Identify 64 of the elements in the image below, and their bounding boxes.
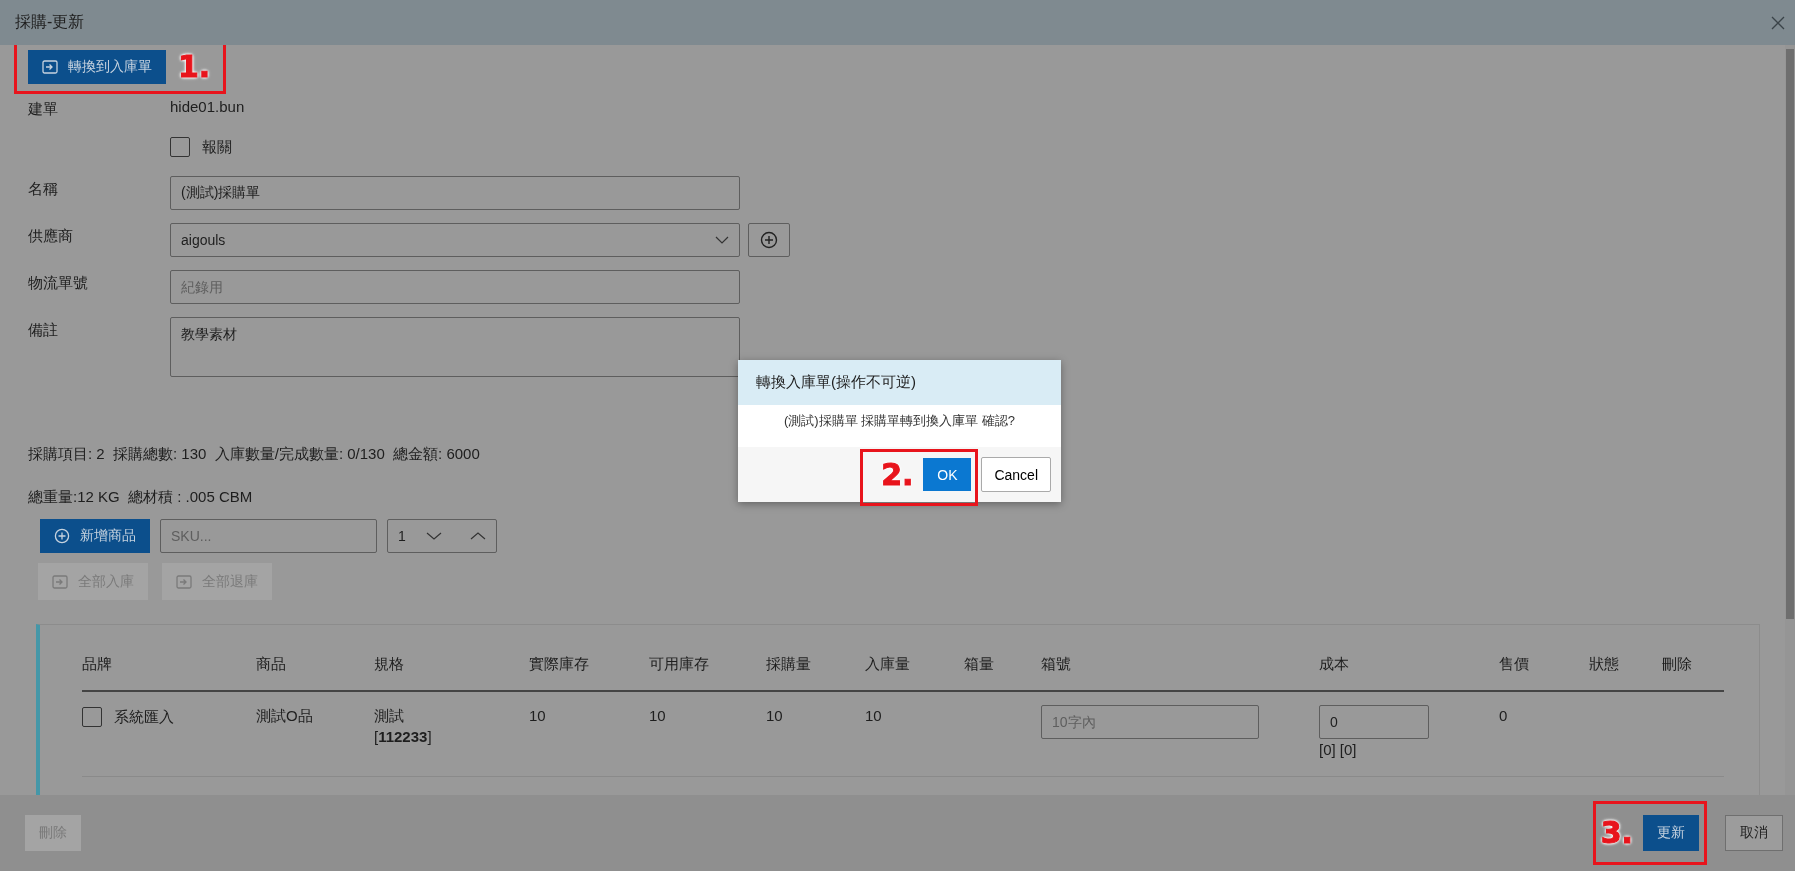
column-header: 刪除 [1662, 655, 1693, 674]
update-button[interactable]: 更新 [1643, 815, 1699, 851]
cost-note: [0] [0] [1319, 741, 1358, 758]
window-title: 採購-更新 [15, 12, 85, 32]
notes-field[interactable]: 教學素材 [170, 317, 740, 377]
checkbox[interactable] [170, 137, 190, 157]
field-label: 建單 [28, 99, 59, 119]
table-cell-text: 測試O品 [256, 707, 314, 726]
column-header: 售價 [1499, 655, 1530, 674]
ok-button[interactable]: OK [923, 458, 972, 491]
column-header: 採購量 [766, 655, 812, 674]
sku-code: [112233] [374, 728, 433, 745]
enter-icon [52, 574, 68, 589]
table-cell-text: 10 [529, 707, 547, 724]
column-header: 箱號 [1041, 655, 1072, 674]
field-label: 名稱 [28, 179, 59, 199]
cancel-button[interactable]: Cancel [981, 457, 1051, 492]
enter-icon [42, 60, 58, 74]
add-supplier-button[interactable] [748, 223, 790, 257]
dialog-title: 轉換入庫單(操作不可逆) [738, 360, 1061, 405]
column-header: 品牌 [82, 655, 113, 674]
step-number: 1. [178, 52, 211, 82]
field-label: 備註 [28, 320, 59, 340]
enter-icon [176, 574, 192, 589]
quantity-stepper[interactable]: 1 [387, 519, 497, 553]
sku-field[interactable]: SKU... [160, 519, 377, 553]
column-header: 可用庫存 [649, 655, 710, 674]
column-header: 商品 [256, 655, 287, 674]
column-header: 成本 [1319, 655, 1350, 674]
input-field[interactable]: (測試)採購單 [170, 176, 740, 210]
summary-text: 總重量:12 KG 總材積 : .005 CBM [28, 488, 253, 507]
input-field[interactable]: 紀錄用 [170, 270, 740, 304]
dialog-message: (測試)採購單 採購單轉到換入庫單 確認? [782, 412, 1017, 430]
plus-circle-icon [760, 231, 778, 249]
column-header: 入庫量 [865, 655, 911, 674]
summary-text: 採購項目: 2 採購總數: 130 入庫數量/完成數量: 0/130 總金額: 6000 [28, 445, 480, 464]
row-checkbox[interactable] [82, 707, 102, 727]
table-cell-text: 10 [766, 707, 784, 724]
step-number: 2. [881, 459, 914, 490]
column-header: 規格 [374, 655, 405, 674]
table-cell: 系統匯入 [114, 707, 174, 727]
field-label: 物流單號 [28, 273, 89, 293]
table-cell-text: 0 [1499, 707, 1509, 724]
checkbox-label: 報關 [202, 137, 232, 157]
field-label: 供應商 [28, 226, 74, 246]
add-product-button[interactable]: 新增商品 [40, 519, 150, 553]
chevron-down-icon [715, 236, 729, 244]
table-cell-text: 測試 [374, 707, 405, 726]
table-cell-text: 10 [649, 707, 667, 724]
cancel-button[interactable]: 取消 [1725, 815, 1783, 851]
creator-value: hide01.bun [170, 98, 245, 115]
cost-field[interactable]: 0 [1319, 705, 1429, 739]
plus-circle-icon [54, 528, 70, 544]
table-cell-text: 10 [865, 707, 883, 724]
column-header: 實際庫存 [529, 655, 590, 674]
column-header: 箱量 [964, 655, 995, 674]
box-number-field[interactable]: 10字內 [1041, 705, 1259, 739]
close-icon[interactable] [1771, 15, 1785, 30]
stepper-arrows-icon [426, 531, 486, 541]
step-number: 3. [1600, 818, 1633, 848]
convert-button[interactable]: 轉換到入庫單 [28, 50, 166, 84]
scrollbar[interactable] [1785, 45, 1795, 795]
supplier-dropdown[interactable]: aigouls [170, 223, 740, 257]
column-header: 狀態 [1589, 655, 1620, 674]
